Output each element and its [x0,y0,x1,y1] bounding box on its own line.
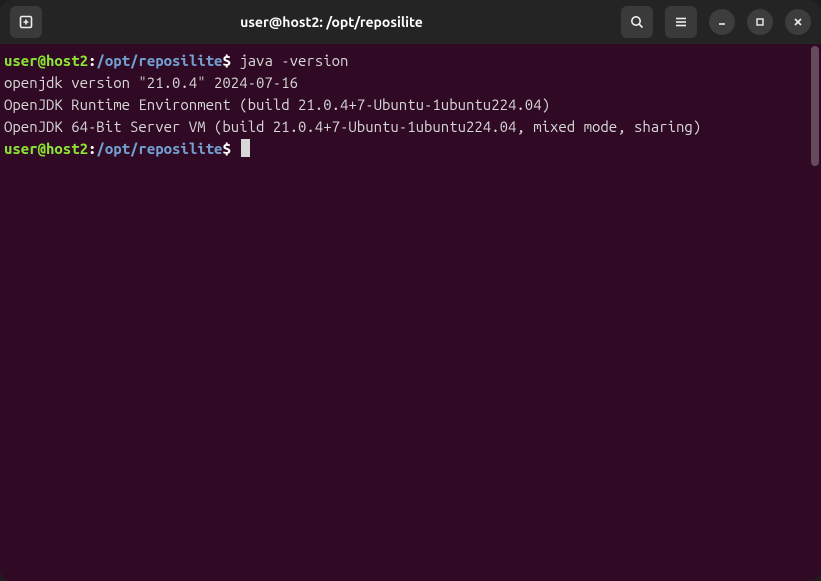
terminal-window: user@host2: /opt/reposilite [0,0,821,581]
prompt-path: /opt/reposilite [96,140,222,157]
output-line-2: OpenJDK Runtime Environment (build 21.0.… [4,96,550,113]
prompt-path: /opt/reposilite [96,52,222,69]
close-button[interactable] [785,9,811,35]
minimize-button[interactable] [709,9,735,35]
command-text: java -version [239,52,348,69]
window-title: user@host2: /opt/reposilite [50,14,613,30]
scrollbar[interactable] [811,46,819,166]
prompt-dollar: $ [222,140,230,157]
search-button[interactable] [621,6,653,38]
new-tab-button[interactable] [10,6,42,38]
output-line-1: openjdk version "21.0.4" 2024-07-16 [4,74,298,91]
titlebar: user@host2: /opt/reposilite [0,0,821,44]
prompt-dollar: $ [222,52,230,69]
prompt-user: user@host2 [4,52,88,69]
cursor [241,139,250,157]
maximize-button[interactable] [747,9,773,35]
output-line-3: OpenJDK 64-Bit Server VM (build 21.0.4+7… [4,118,701,135]
terminal-body[interactable]: user@host2:/opt/reposilite$ java -versio… [0,44,821,581]
prompt-user: user@host2 [4,140,88,157]
menu-button[interactable] [665,6,697,38]
terminal-content: user@host2:/opt/reposilite$ java -versio… [4,50,817,160]
